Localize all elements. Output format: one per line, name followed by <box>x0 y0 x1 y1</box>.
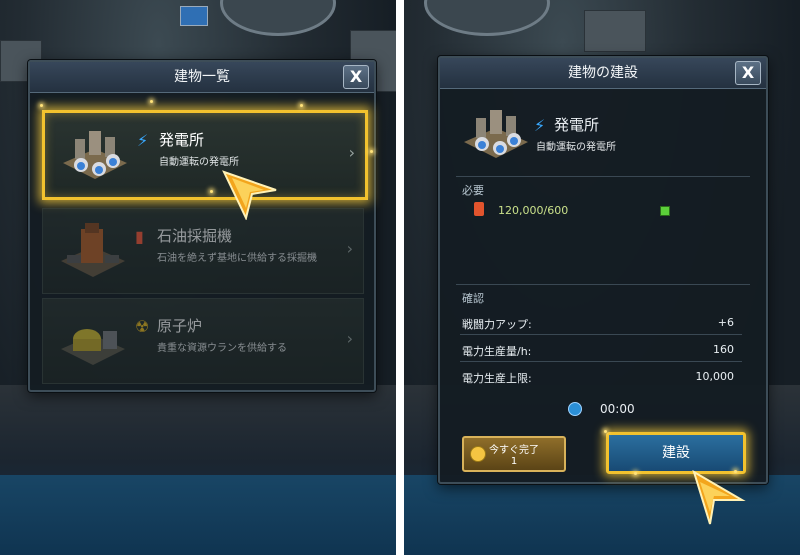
sparkle <box>210 190 213 193</box>
building-name: 発電所 <box>554 116 600 134</box>
divider <box>396 0 404 555</box>
building-list-panel: 建物一覧 X ⚡ 発電所 自動運転の発電所 › ▮ 石油採掘機 石油を絶えず基地… <box>28 60 376 392</box>
building-description: 貴重な資源ウランを供給する <box>157 343 287 354</box>
water <box>0 475 396 555</box>
stat-value: +6 <box>717 316 734 329</box>
sparkle <box>150 100 153 103</box>
stat-value: 160 <box>713 343 734 356</box>
panel-header: 建物の建設 X <box>440 58 766 89</box>
stat-label: 電力生産上限: <box>462 372 532 385</box>
tutorial-arrow-icon <box>222 170 277 220</box>
check-box-icon <box>660 206 670 216</box>
power-plant-icon <box>63 131 127 179</box>
close-button[interactable]: X <box>343 65 369 89</box>
divider <box>456 176 750 177</box>
close-button[interactable]: X <box>735 61 761 85</box>
flag <box>180 6 208 26</box>
building-name: 石油採掘機 <box>157 227 233 245</box>
oil-rig-icon <box>61 223 125 277</box>
sparkle <box>634 472 637 475</box>
power-plant-icon <box>464 110 528 158</box>
chevron-right-icon: › <box>348 143 355 162</box>
building-item-oil-rig[interactable]: ▮ 石油採掘機 石油を絶えず基地に供給する採掘機 › <box>42 208 364 294</box>
sparkle <box>300 104 303 107</box>
building-block <box>584 10 646 52</box>
sparkle <box>604 430 607 433</box>
building-name: 原子炉 <box>157 317 203 335</box>
sparkle <box>40 104 43 107</box>
requirements-label: 必要 <box>462 184 484 197</box>
building-item-reactor[interactable]: ☢ 原子炉 貴重な資源ウランを供給する › <box>42 298 364 384</box>
stat-value: 10,000 <box>695 370 735 383</box>
divider <box>456 284 750 285</box>
confirm-label: 確認 <box>462 292 484 305</box>
building-description: 石油を絶えず基地に供給する採掘機 <box>157 253 317 264</box>
helipad <box>424 0 550 36</box>
gold-coins-icon <box>470 446 486 462</box>
panel-title: 建物一覧 <box>174 69 230 85</box>
build-button[interactable]: 建設 <box>606 432 746 474</box>
building-name: 発電所 <box>159 131 205 149</box>
stat-label: 戦闘力アップ: <box>462 318 532 331</box>
requirement-amount: 120,000/600 <box>498 204 569 217</box>
clock-icon <box>568 402 582 416</box>
right-screen: 建物の建設 X ⚡ 発電所 自動運転の発電所 必要 120,000/600 確認… <box>404 0 800 555</box>
build-time: 00:00 <box>600 402 635 416</box>
reactor-icon <box>61 329 125 365</box>
panel-title: 建物の建設 <box>568 65 638 81</box>
lightning-icon: ⚡ <box>137 131 149 150</box>
oil-can-icon <box>474 202 484 216</box>
lightning-icon: ⚡ <box>534 116 546 135</box>
tutorial-arrow-icon <box>692 470 746 525</box>
chevron-right-icon: › <box>346 329 353 348</box>
chevron-right-icon: › <box>346 239 353 258</box>
build-panel: 建物の建設 X ⚡ 発電所 自動運転の発電所 必要 120,000/600 確認… <box>438 56 768 484</box>
sparkle <box>370 150 373 153</box>
building-item-power-plant[interactable]: ⚡ 発電所 自動運転の発電所 › <box>42 110 368 200</box>
instant-complete-button[interactable]: 今すぐ完了 1 <box>462 436 566 472</box>
left-screen: 建物一覧 X ⚡ 発電所 自動運転の発電所 › ▮ 石油採掘機 石油を絶えず基地… <box>0 0 396 555</box>
helipad <box>220 0 336 36</box>
radiation-icon: ☢ <box>135 317 150 336</box>
stat-label: 電力生産量/h: <box>462 345 532 358</box>
building-description: 自動運転の発電所 <box>159 157 239 168</box>
oil-can-icon: ▮ <box>135 227 144 246</box>
sparkle <box>734 470 737 473</box>
divider <box>460 334 742 335</box>
panel-header: 建物一覧 X <box>30 62 374 93</box>
divider <box>460 361 742 362</box>
building-description: 自動運転の発電所 <box>536 142 616 153</box>
